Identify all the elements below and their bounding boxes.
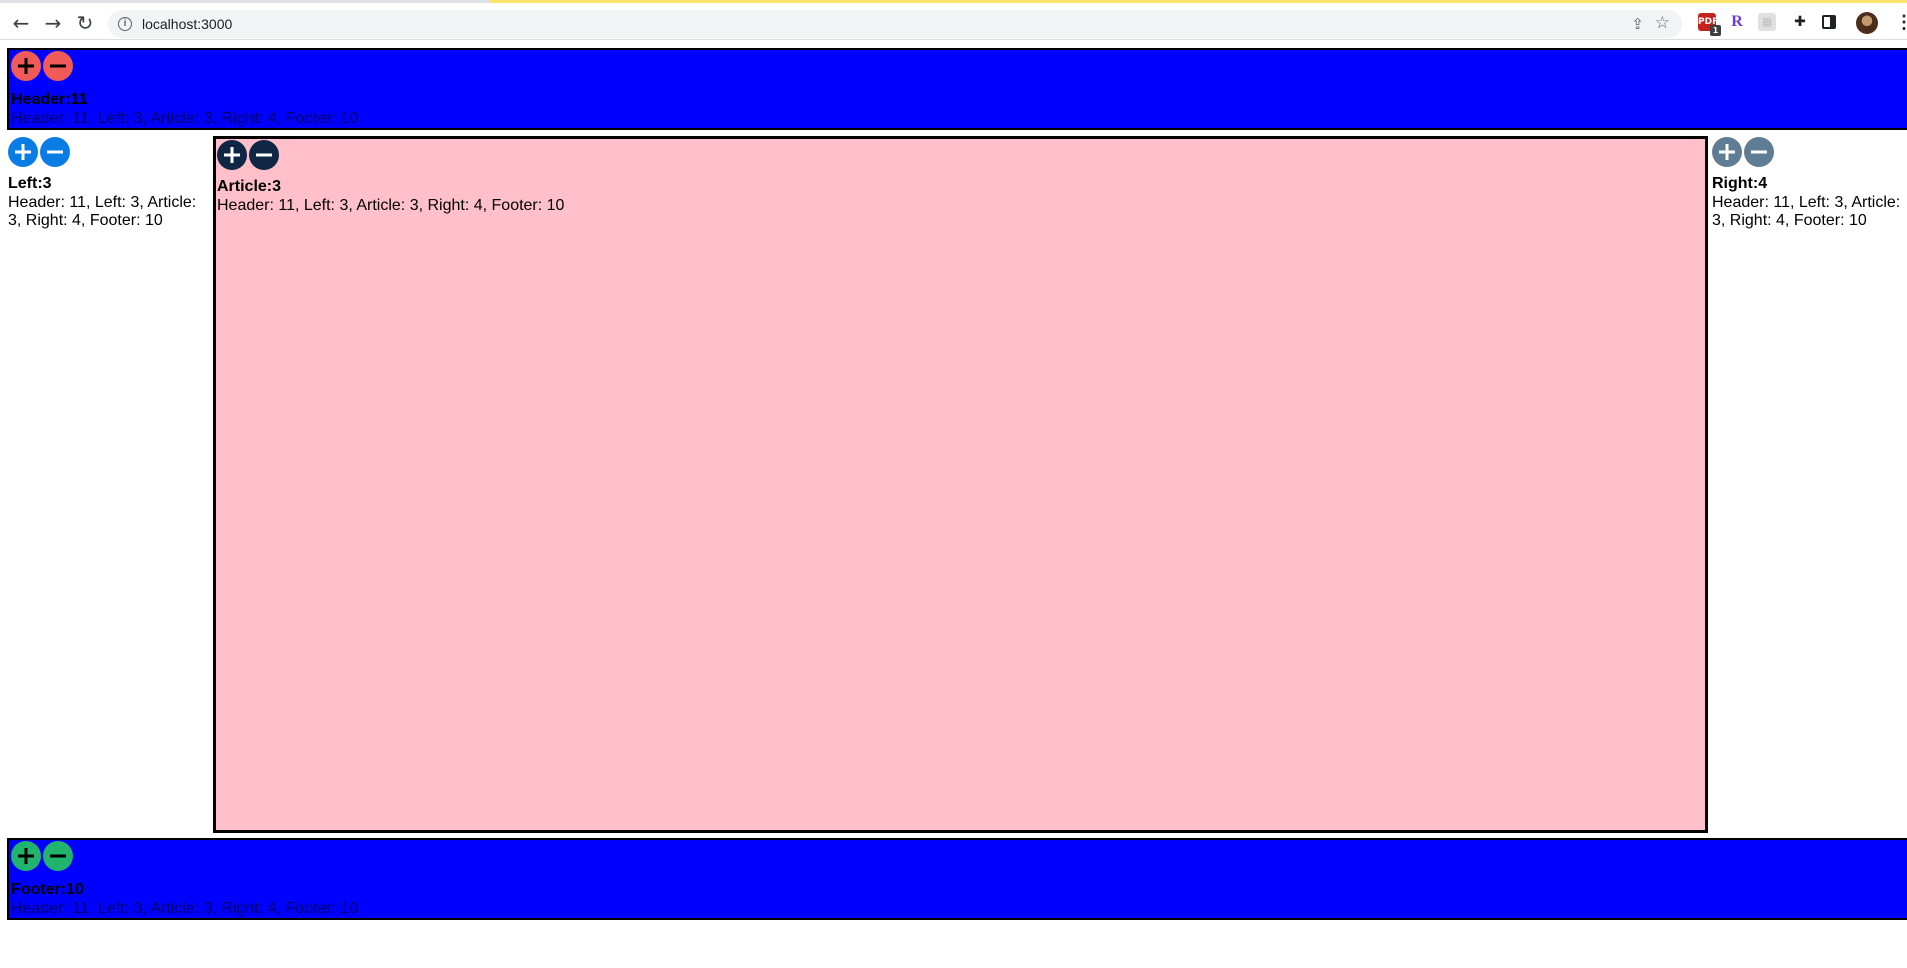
article-controls: [217, 140, 279, 170]
left-increment-button[interactable]: [8, 137, 38, 167]
header-decrement-button[interactable]: [43, 51, 73, 81]
bookmark-star-icon[interactable]: ☆: [1655, 13, 1670, 33]
header-controls: [11, 51, 73, 81]
plus-icon: [224, 147, 240, 163]
right-title: Right:4: [1712, 175, 1768, 192]
browser-menu-icon[interactable]: ⋮: [1895, 12, 1907, 32]
footer-decrement-button[interactable]: [43, 841, 73, 871]
right-counts: Header: 11, Left: 3, Article: 3, Right: …: [1712, 194, 1901, 229]
side-panel-icon[interactable]: [1822, 15, 1836, 29]
plus-icon: [15, 144, 31, 160]
article-section: Article:3 Header: 11, Left: 3, Article: …: [213, 136, 1708, 833]
url-text[interactable]: localhost:3000: [142, 16, 232, 32]
left-title: Left:3: [8, 175, 52, 192]
footer-section: Footer:10 Header: 11, Left: 3, Article: …: [7, 838, 1907, 920]
plus-icon: [18, 848, 34, 864]
footer-increment-button[interactable]: [11, 841, 41, 871]
browser-toolbar: ← → ↻ i localhost:3000 ⇪ ☆ PDF 1 R ▦ ✚ ⋮: [0, 3, 1907, 40]
right-decrement-button[interactable]: [1744, 137, 1774, 167]
grey-extension-icon[interactable]: ▦: [1758, 13, 1776, 31]
footer-counts: Header: 11, Left: 3, Article: 3, Right: …: [11, 900, 359, 917]
footer-controls: [11, 841, 73, 871]
article-title: Article:3: [217, 178, 282, 195]
profile-avatar[interactable]: [1856, 12, 1878, 34]
article-decrement-button[interactable]: [249, 140, 279, 170]
plus-icon: [18, 58, 34, 74]
left-counts: Header: 11, Left: 3, Article: 3, Right: …: [8, 194, 197, 229]
share-icon[interactable]: ⇪: [1631, 15, 1644, 33]
header-section: Header:11 Header: 11, Left: 3, Article: …: [7, 48, 1907, 130]
header-increment-button[interactable]: [11, 51, 41, 81]
right-increment-button[interactable]: [1712, 137, 1742, 167]
address-bar[interactable]: i localhost:3000 ⇪ ☆: [108, 10, 1682, 38]
pdf-extension-icon[interactable]: PDF 1: [1698, 13, 1721, 36]
header-counts: Header: 11, Left: 3, Article: 3, Right: …: [11, 110, 359, 127]
left-decrement-button[interactable]: [40, 137, 70, 167]
r-extension-icon[interactable]: R: [1728, 13, 1746, 31]
site-info-icon[interactable]: i: [118, 17, 132, 31]
minus-icon: [256, 153, 272, 157]
minus-icon: [1751, 150, 1767, 154]
right-controls: [1712, 137, 1774, 167]
reload-icon[interactable]: ↻: [73, 11, 97, 35]
article-counts: Header: 11, Left: 3, Article: 3, Right: …: [217, 197, 565, 214]
minus-icon: [50, 64, 66, 68]
plus-icon: [1719, 144, 1735, 160]
minus-icon: [47, 150, 63, 154]
forward-arrow-icon[interactable]: →: [41, 11, 65, 35]
minus-icon: [50, 854, 66, 858]
header-title: Header:11: [11, 91, 88, 108]
extension-badge: 1: [1710, 25, 1721, 36]
puzzle-icon[interactable]: ✚: [1791, 13, 1809, 31]
back-arrow-icon[interactable]: ←: [9, 11, 33, 35]
article-increment-button[interactable]: [217, 140, 247, 170]
left-controls: [8, 137, 70, 167]
footer-title: Footer:10: [11, 881, 84, 898]
